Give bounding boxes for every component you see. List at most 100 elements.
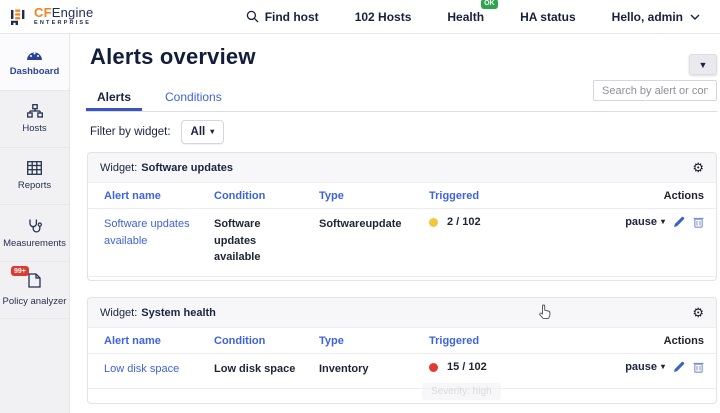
col-type[interactable]: Type — [319, 335, 429, 347]
widget-prefix: Widget: — [100, 307, 137, 319]
sidebar-item-label: Dashboard — [10, 66, 60, 77]
col-triggered[interactable]: Triggered — [429, 190, 579, 202]
pause-dropdown[interactable]: pause ▾ — [625, 361, 665, 373]
triggered-count: 15 / 102 — [447, 361, 487, 373]
widget-card-software-updates: Widget: Software updates ⚙ Alert name Co… — [87, 152, 717, 281]
top-nav: Find host 102 Hosts Health OK HA status … — [246, 10, 700, 24]
col-type[interactable]: Type — [319, 190, 429, 202]
policy-file-icon — [28, 273, 41, 288]
table-row: Software updates available Software upda… — [88, 209, 716, 277]
col-actions: Actions — [579, 190, 704, 202]
sidebar-item-hosts[interactable]: Hosts — [0, 91, 69, 148]
policy-analyzer-icon-wrap: 99+ — [28, 273, 41, 291]
alert-search-input[interactable] — [593, 80, 717, 101]
ha-status[interactable]: HA status — [520, 10, 576, 24]
widget-name: Software updates — [141, 162, 233, 174]
caret-down-icon: ▼ — [699, 60, 708, 70]
find-host-search[interactable]: Find host — [246, 10, 319, 24]
gear-icon[interactable]: ⚙ — [692, 161, 704, 174]
widget-filter-dropdown[interactable]: All ▾ — [181, 120, 225, 144]
health-ok-badge: OK — [481, 0, 499, 9]
logo-engine: Engine — [52, 5, 94, 20]
sidebar-item-label: Reports — [18, 180, 51, 191]
measurements-stethoscope-icon — [27, 218, 42, 233]
tab-conditions[interactable]: Conditions — [154, 88, 233, 111]
filter-row: Filter by widget: All ▾ — [90, 120, 224, 144]
type-cell: Inventory — [319, 361, 429, 378]
table-header: Alert name Condition Type Triggered Acti… — [88, 183, 716, 209]
pause-dropdown[interactable]: pause ▾ — [625, 216, 665, 228]
dashboard-gauge-icon — [26, 47, 43, 61]
severity-dot — [429, 363, 438, 372]
col-triggered[interactable]: Triggered — [429, 335, 579, 347]
user-greeting: Hello, admin — [612, 10, 683, 24]
condition-cell: Low disk space — [214, 361, 319, 378]
app-window: CFEngine ENTERPRISE Find host 102 Hosts … — [0, 0, 720, 413]
pencil-icon — [673, 361, 685, 373]
actions-cell: pause ▾ — [625, 361, 704, 373]
widget-header: Widget: System health ⚙ — [88, 298, 716, 328]
alert-name-link[interactable]: Low disk space — [104, 361, 214, 378]
hosts-sitemap-icon — [27, 104, 43, 118]
delete-button[interactable] — [693, 361, 704, 373]
trash-icon — [693, 216, 704, 228]
type-cell: Softwareupdate — [319, 216, 429, 233]
edit-button[interactable] — [673, 216, 685, 228]
logo-subtitle: ENTERPRISE — [34, 21, 93, 27]
filter-label: Filter by widget: — [90, 126, 171, 138]
sidebar-item-label: Measurements — [3, 238, 66, 249]
condition-cell: Software updates available — [214, 216, 319, 266]
logo-cf: CF — [34, 5, 52, 20]
edit-button[interactable] — [673, 361, 685, 373]
page-title: Alerts overview — [90, 44, 256, 70]
col-condition[interactable]: Condition — [214, 190, 319, 202]
search-icon — [246, 10, 259, 23]
col-alert-name[interactable]: Alert name — [104, 335, 214, 347]
triggered-count: 2 / 102 — [447, 216, 481, 228]
hosts-count[interactable]: 102 Hosts — [355, 10, 412, 24]
actions-cell: pause ▾ — [625, 216, 704, 228]
table-header: Alert name Condition Type Triggered Acti… — [88, 328, 716, 354]
tab-alerts[interactable]: Alerts — [86, 88, 142, 111]
widget-prefix: Widget: — [100, 162, 137, 174]
caret-down-icon: ▾ — [661, 363, 665, 371]
sidebar-item-dashboard[interactable]: Dashboard — [0, 34, 69, 91]
col-alert-name[interactable]: Alert name — [104, 190, 214, 202]
sidebar: Dashboard Hosts Reports — [0, 34, 70, 413]
health-status[interactable]: Health OK — [447, 10, 484, 24]
col-condition[interactable]: Condition — [214, 335, 319, 347]
sidebar-item-label: Hosts — [22, 123, 46, 134]
pencil-icon — [673, 216, 685, 228]
widget-header: Widget: Software updates ⚙ — [88, 153, 716, 183]
widget-card-system-health: Widget: System health ⚙ Alert name Condi… — [87, 297, 717, 404]
severity-tooltip: Severity: high — [422, 383, 501, 400]
pause-label: pause — [625, 361, 657, 373]
policy-analyzer-count-badge: 99+ — [11, 266, 29, 276]
widget-options-caret-button[interactable]: ▼ — [689, 54, 717, 75]
find-host-label: Find host — [265, 10, 319, 24]
widget-name: System health — [141, 307, 216, 319]
sidebar-item-label: Policy analyzer — [3, 296, 67, 307]
caret-down-icon: ▾ — [661, 218, 665, 226]
caret-down-icon: ▾ — [210, 128, 214, 136]
logo-text: CFEngine ENTERPRISE — [34, 6, 93, 27]
reports-table-icon — [27, 161, 42, 175]
pause-label: pause — [625, 216, 657, 228]
cfengine-logo[interactable]: CFEngine ENTERPRISE — [10, 6, 93, 27]
sidebar-item-reports[interactable]: Reports — [0, 148, 69, 205]
chevron-down-icon — [690, 14, 700, 20]
trash-icon — [693, 361, 704, 373]
col-actions: Actions — [579, 335, 704, 347]
gear-icon[interactable]: ⚙ — [692, 306, 704, 319]
triggered-cell: 2 / 102 — [429, 216, 579, 228]
sidebar-item-measurements[interactable]: Measurements — [0, 205, 69, 262]
delete-button[interactable] — [693, 216, 704, 228]
severity-dot — [429, 218, 438, 227]
filter-value: All — [191, 126, 206, 138]
cfengine-robot-icon — [10, 7, 29, 26]
user-menu[interactable]: Hello, admin — [612, 10, 700, 24]
alert-name-link[interactable]: Software updates available — [104, 216, 214, 249]
triggered-cell: 15 / 102 — [429, 361, 579, 373]
sidebar-item-policy-analyzer[interactable]: 99+ Policy analyzer — [0, 262, 69, 319]
health-label: Health — [447, 10, 484, 24]
